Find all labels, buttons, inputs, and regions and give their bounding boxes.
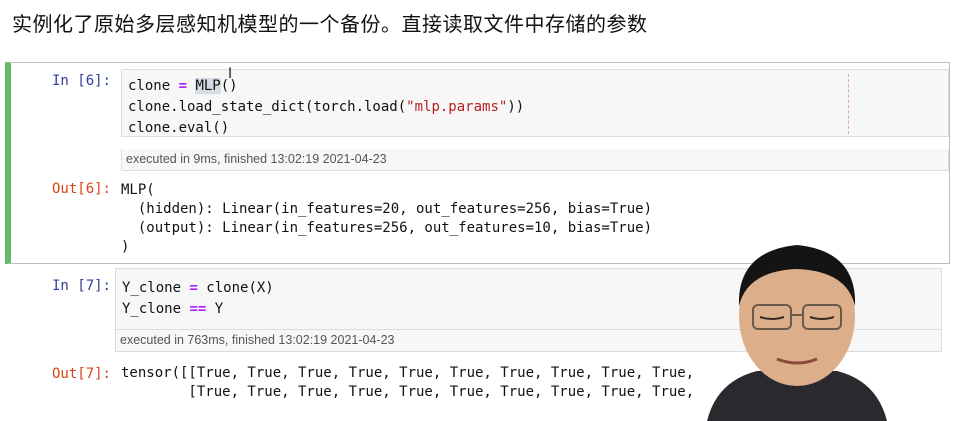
code-token: clone(X) <box>197 280 274 296</box>
operator-token: == <box>189 301 207 317</box>
presenter-face-icon <box>707 245 887 421</box>
code-token: Y <box>206 301 224 317</box>
code-token: clone.eval() <box>128 120 230 136</box>
selected-text: MLP <box>195 78 221 94</box>
output-text: tensor([[True, True, True, True, True, T… <box>121 365 695 400</box>
text-cursor-icon: I <box>228 66 233 82</box>
code-token: clone <box>128 78 179 94</box>
output-prompt: Out[7]: <box>51 366 111 382</box>
execution-info: executed in 9ms, finished 13:02:19 2021-… <box>121 149 949 171</box>
operator-token: = <box>178 78 188 94</box>
code-token: )) <box>507 99 525 115</box>
input-prompt: In [6]: <box>51 73 111 89</box>
code-token: Y_clone <box>122 301 190 317</box>
input-prompt: In [7]: <box>51 278 111 294</box>
code-editor[interactable]: clone = MLP() clone.load_state_dict(torc… <box>121 69 949 137</box>
line-length-ruler <box>848 74 849 134</box>
presenter-video <box>707 245 887 421</box>
string-token: "mlp.params" <box>406 99 508 115</box>
code-token: Y_clone <box>122 280 190 296</box>
code-token: clone.load_state_dict(torch.load( <box>128 99 407 115</box>
output-text: MLP( (hidden): Linear(in_features=20, ou… <box>121 182 653 255</box>
output-prompt: Out[6]: <box>51 181 111 197</box>
operator-token: = <box>189 280 198 296</box>
code-text[interactable]: clone = MLP() clone.load_state_dict(torc… <box>122 70 948 139</box>
page-heading: 实例化了原始多层感知机模型的一个备份。直接读取文件中存储的参数 <box>12 12 648 36</box>
